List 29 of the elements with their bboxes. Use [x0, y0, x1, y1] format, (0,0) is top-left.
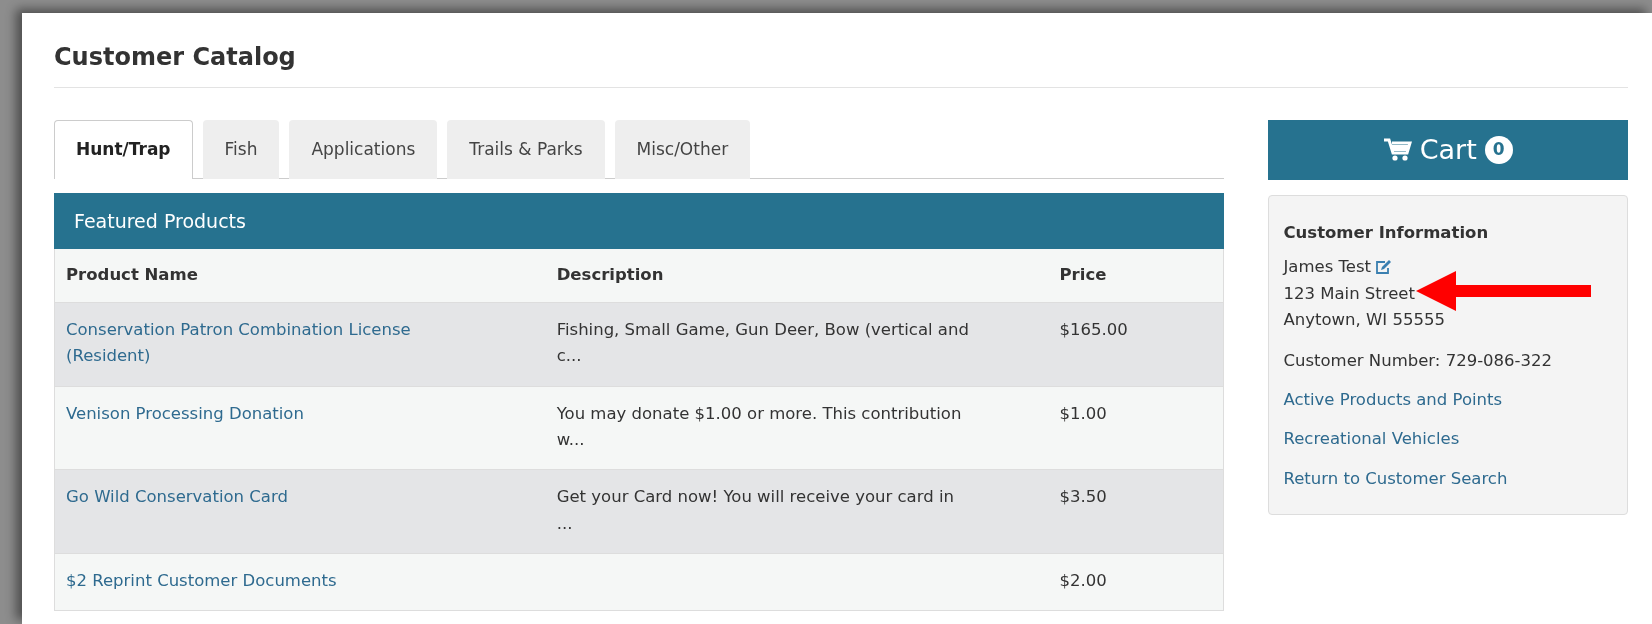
sidebar-link[interactable]: Active Products and Points	[1283, 386, 1613, 414]
cart-button[interactable]: Cart 0	[1268, 120, 1628, 180]
cart-icon	[1383, 138, 1412, 162]
page-title: Customer Catalog	[54, 39, 1628, 88]
description-text: You may donate $1.00 or more. This contribution w...	[556, 403, 962, 449]
edit-icon[interactable]	[1375, 260, 1392, 276]
sidebar-link[interactable]: Return to Customer Search	[1283, 465, 1613, 493]
customer-number: Customer Number: 729-086-322	[1283, 349, 1554, 372]
tab[interactable]: Fish	[202, 120, 280, 179]
section-heading: Customer Information	[1283, 222, 1490, 244]
price-text: $2.00	[1059, 571, 1107, 591]
customer-name: James Test	[1283, 256, 1371, 279]
address-line: 123 Main Street	[1283, 282, 1415, 305]
count-badge: 0	[1484, 136, 1513, 164]
description-text: Get your Card now! You will receive your card in ...	[556, 487, 954, 533]
address-line: Anytown, WI 55555	[1283, 309, 1445, 332]
tab[interactable]: Hunt/Trap	[54, 120, 193, 179]
description-text: Fishing, Small Game, Gun Deer, Bow (vertical and c...	[556, 319, 969, 366]
panel-header: Featured Products	[54, 192, 1225, 249]
sidebar-link[interactable]: Recreational Vehicles	[1283, 426, 1613, 453]
price-text: $1.00	[1059, 403, 1107, 423]
column-header: Description	[545, 249, 1049, 303]
tab[interactable]: Applications	[289, 120, 438, 179]
price-text: $165.00	[1059, 319, 1128, 339]
price-text: $3.50	[1059, 487, 1107, 507]
column-header: Price	[1048, 249, 1224, 303]
column-header: Product Name	[54, 249, 546, 303]
tab[interactable]: Misc/Other	[614, 120, 751, 179]
tab[interactable]: Trails & Parks	[447, 120, 605, 179]
